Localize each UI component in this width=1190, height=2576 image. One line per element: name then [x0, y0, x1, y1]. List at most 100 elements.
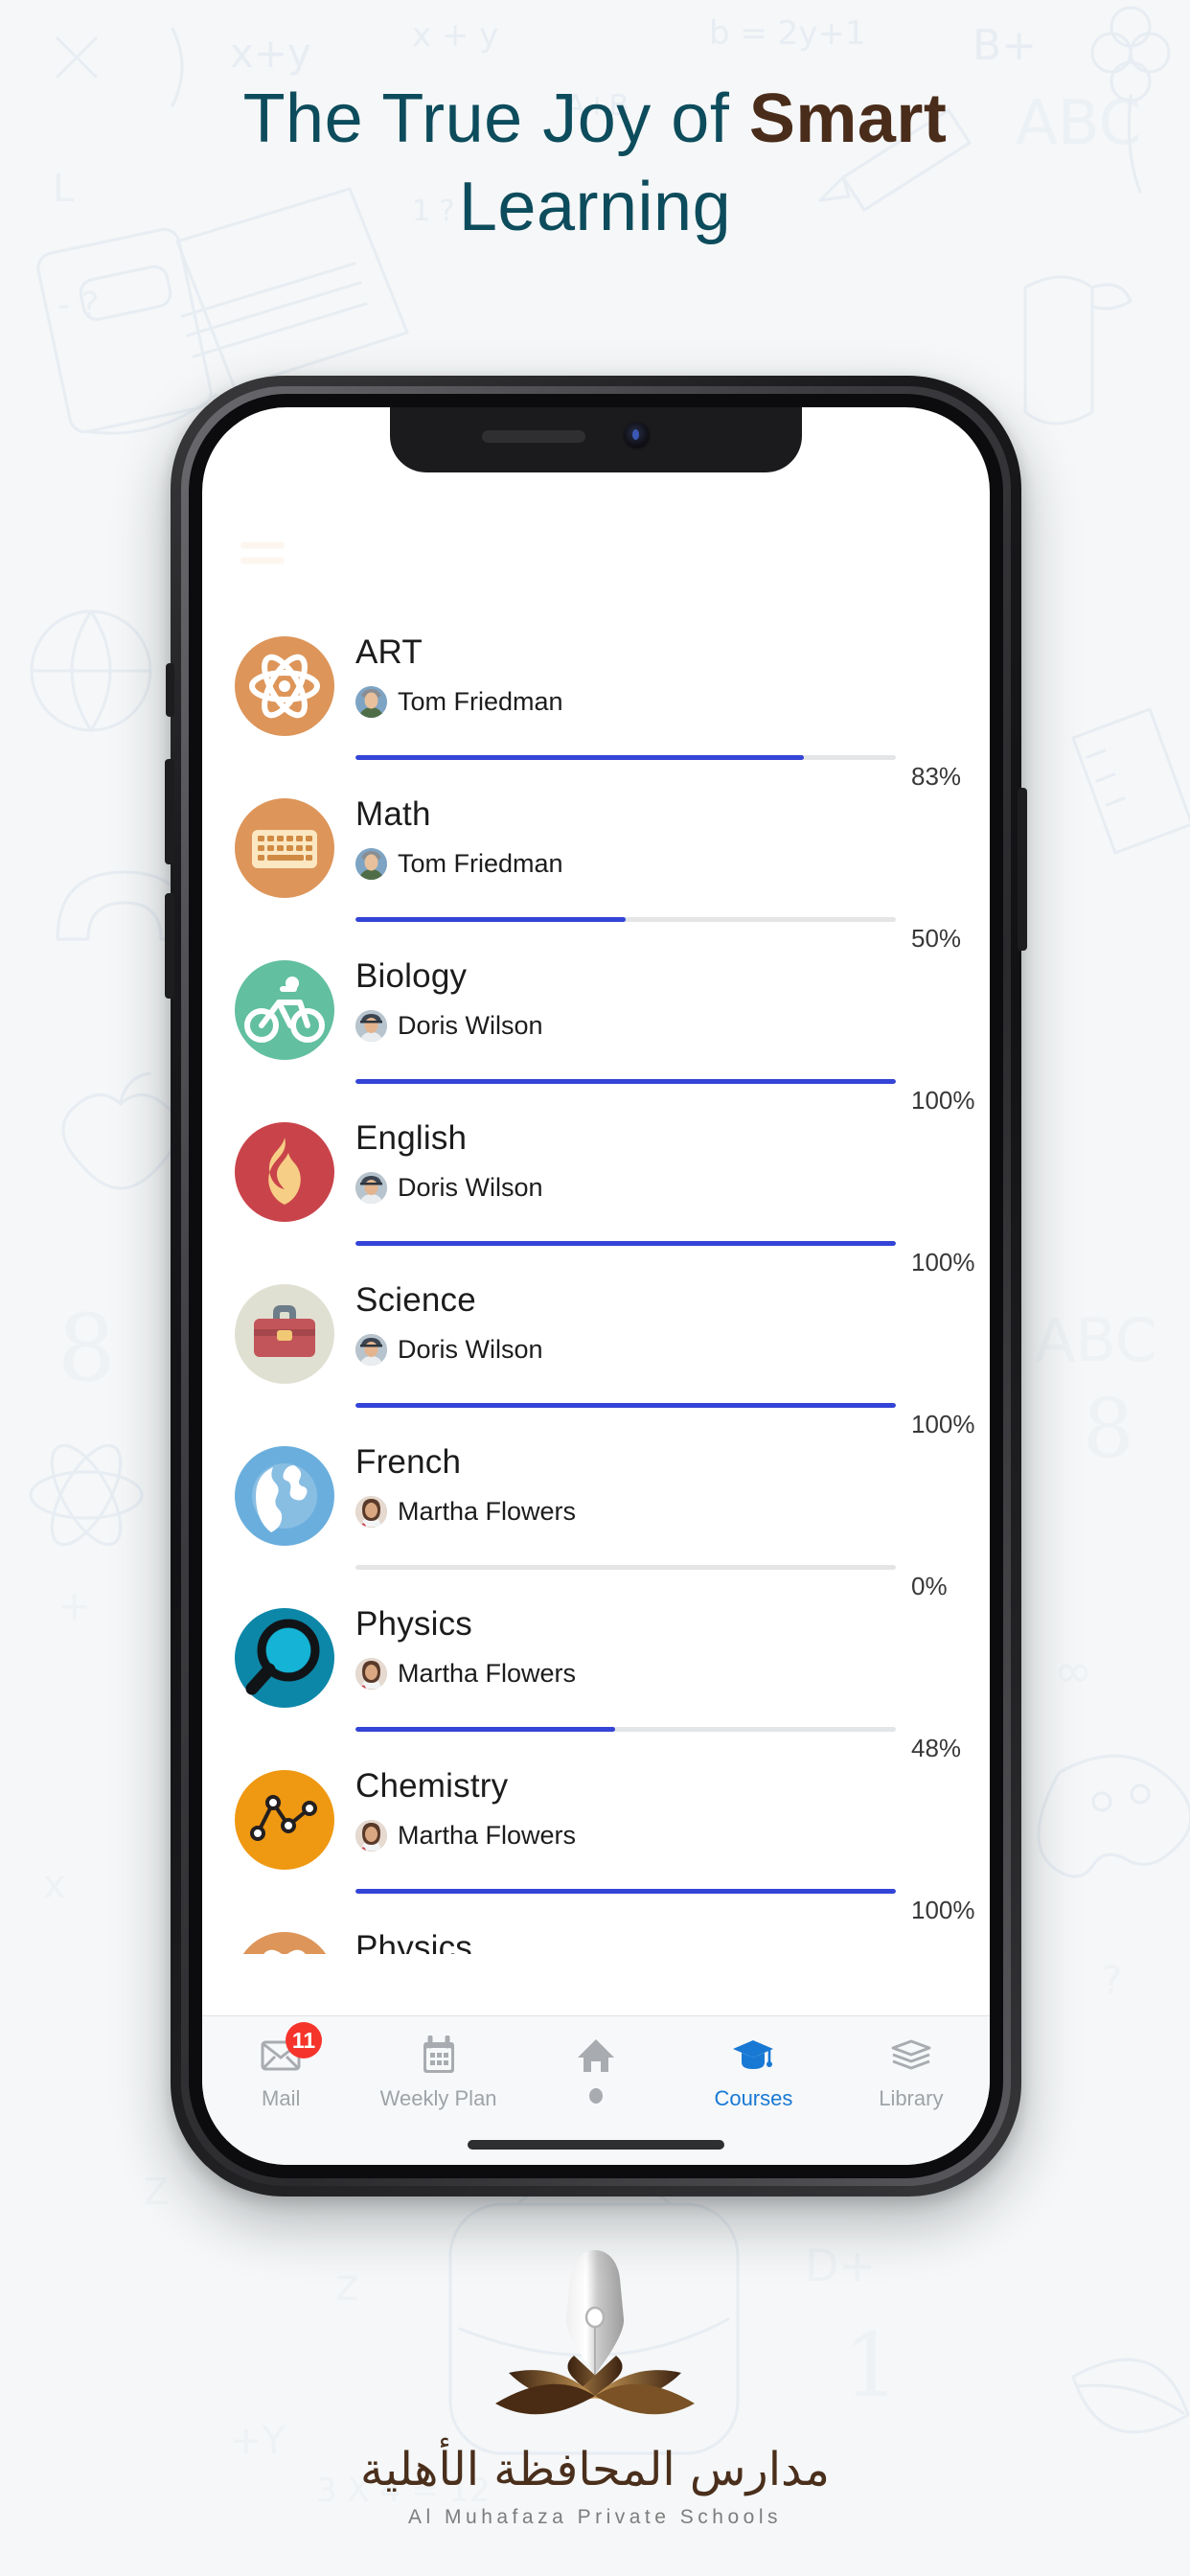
course-teacher: Doris Wilson — [355, 1334, 965, 1366]
tab-courses[interactable]: Courses — [675, 2034, 832, 2111]
course-title: French — [355, 1443, 462, 1481]
app-title: Courses — [528, 534, 664, 571]
course-progress: 50% — [355, 905, 990, 953]
course-row[interactable]: Physics Martha Flowers 48% — [202, 1584, 990, 1762]
course-list[interactable]: ART Tom Friedman 83% Math Tom Friedman 50% Bio… — [202, 612, 990, 1954]
school-name-english: Al Muhafaza Private Schools — [408, 2506, 782, 2528]
course-details: English Doris Wilson 100% — [355, 1109, 990, 1276]
course-teacher: Doris Wilson — [355, 1010, 965, 1042]
volume-up-button[interactable] — [165, 759, 174, 864]
svg-text:?: ? — [1102, 1959, 1122, 2003]
svg-text:+: + — [57, 1582, 91, 1629]
avatar — [355, 1820, 387, 1852]
school-name-arabic: مدارس المحافظة الأهلية — [360, 2443, 830, 2496]
course-title: Biology — [355, 957, 468, 995]
course-progress: 83% — [355, 743, 990, 791]
svg-text:- ?: - ? — [57, 286, 100, 325]
course-row[interactable]: Science Doris Wilson 100% — [202, 1260, 990, 1438]
svg-text:B+: B+ — [973, 21, 1037, 70]
volume-down-button[interactable] — [165, 893, 174, 999]
avatar — [355, 848, 387, 880]
course-teacher: Tom Friedman — [355, 848, 965, 880]
app-navbar: Courses — [202, 494, 990, 612]
calendar-icon — [421, 2034, 457, 2078]
course-row[interactable]: Biology Doris Wilson 100% — [202, 936, 990, 1115]
wifi-icon — [881, 441, 903, 457]
tab-library[interactable]: Library — [833, 2034, 990, 2111]
svg-text:∞: ∞ — [1054, 1644, 1092, 1698]
svg-text:8: 8 — [1083, 1382, 1133, 1476]
course-title: English — [355, 1119, 468, 1157]
course-details: ART Tom Friedman 83% — [355, 623, 990, 791]
cellular-bars-icon — [841, 438, 869, 459]
page-headline: The True Joy of Smart Learning — [0, 75, 1190, 251]
progress-track — [355, 1727, 896, 1732]
tab-weekly-plan[interactable]: Weekly Plan — [359, 2034, 516, 2111]
line-chart-icon — [235, 1770, 334, 1870]
magnifier-icon — [235, 1608, 334, 1708]
progress-track — [355, 1079, 896, 1084]
course-title: Science — [355, 1281, 476, 1319]
atom-icon — [235, 1932, 334, 1954]
course-row[interactable]: Math Tom Friedman 50% — [202, 774, 990, 953]
headline-accent-word: Smart — [748, 80, 948, 157]
course-row[interactable]: ART Tom Friedman 83% — [202, 612, 990, 791]
course-teacher: Martha Flowers — [355, 1820, 965, 1852]
globe-icon — [235, 1446, 334, 1546]
course-details: Biology Doris Wilson 100% — [355, 947, 990, 1115]
course-teacher: Martha Flowers — [355, 1658, 965, 1690]
progress-track — [355, 1889, 896, 1894]
progress-fill — [355, 1241, 896, 1246]
teacher-name: Tom Friedman — [398, 687, 563, 716]
silent-switch[interactable] — [166, 663, 174, 717]
teacher-name: Doris Wilson — [398, 1011, 543, 1040]
teacher-name: Martha Flowers — [398, 1821, 577, 1850]
progress-fill — [355, 917, 626, 922]
status-icons — [841, 438, 955, 459]
course-title: Math — [355, 795, 431, 833]
atom-icon — [235, 636, 334, 736]
tab-label: Mail — [262, 2086, 301, 2110]
home-indicator[interactable] — [468, 2140, 724, 2150]
course-details: PhysicsDoris Wilson100% — [355, 1919, 990, 1954]
svg-text:8: 8 — [57, 1295, 116, 1402]
flame-icon — [235, 1122, 334, 1222]
course-row[interactable]: French Martha Flowers 0% — [202, 1422, 990, 1600]
progress-fill — [355, 1403, 896, 1408]
teacher-name: Tom Friedman — [398, 849, 563, 878]
course-row[interactable]: English Doris Wilson 100% — [202, 1098, 990, 1276]
course-details: Science Doris Wilson 100% — [355, 1271, 990, 1438]
svg-text:x: x — [43, 1863, 66, 1907]
course-progress: 100% — [355, 1876, 990, 1924]
battery-full-icon — [915, 439, 955, 458]
bicycle-icon — [235, 960, 334, 1060]
tab-label: Library — [879, 2086, 944, 2110]
avatar — [355, 1496, 387, 1528]
avatar — [355, 686, 387, 718]
svg-text:b = 2y+1: b = 2y+1 — [709, 14, 866, 53]
svg-text:Z: Z — [144, 2171, 169, 2213]
course-details: Chemistry Martha Flowers 100% — [355, 1757, 990, 1924]
app-header: 7:07 Courses — [202, 407, 990, 612]
keyboard-icon — [235, 798, 334, 898]
course-title: Chemistry — [355, 1767, 509, 1805]
course-title: Physics — [355, 1929, 472, 1954]
course-teacher: Tom Friedman — [355, 686, 965, 718]
course-row[interactable]: PhysicsDoris Wilson100% — [202, 1908, 990, 1954]
progress-fill — [355, 1727, 615, 1732]
progress-fill — [355, 1079, 896, 1084]
tab-label: Weekly Plan — [379, 2086, 497, 2110]
tab-home[interactable] — [517, 2034, 675, 2104]
progress-track — [355, 1241, 896, 1246]
course-progress: 100% — [355, 1391, 990, 1438]
progress-track — [355, 755, 896, 760]
teacher-name: Martha Flowers — [398, 1497, 577, 1526]
tab-mail[interactable]: 11 Mail — [202, 2022, 359, 2111]
books-icon — [890, 2034, 932, 2078]
power-button[interactable] — [1018, 788, 1027, 951]
hamburger-menu-icon[interactable] — [240, 534, 285, 573]
avatar — [355, 1658, 387, 1690]
course-row[interactable]: Chemistry Martha Flowers 100% — [202, 1746, 990, 1924]
teacher-name: Doris Wilson — [398, 1335, 543, 1364]
course-details: French Martha Flowers 0% — [355, 1433, 990, 1600]
